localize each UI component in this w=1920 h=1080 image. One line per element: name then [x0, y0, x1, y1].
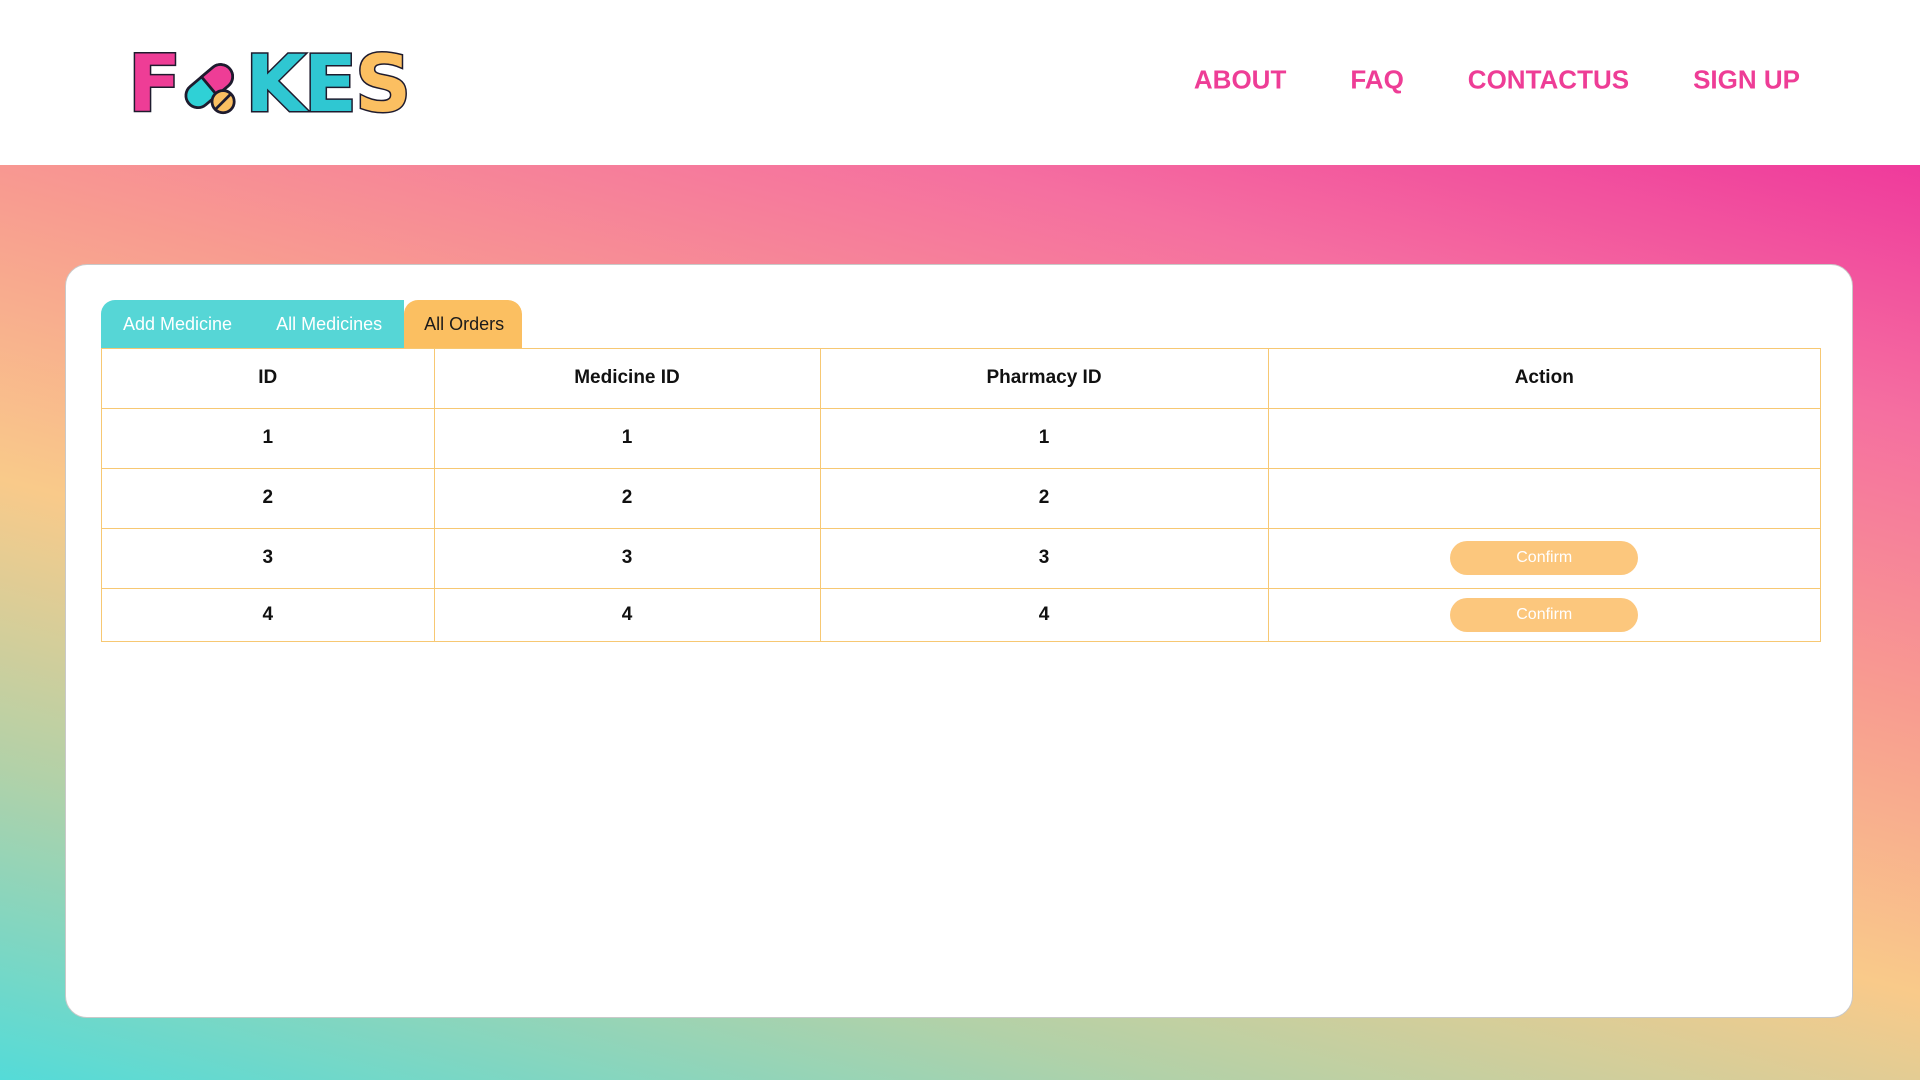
nav-about[interactable]: ABOUT	[1194, 65, 1286, 96]
table-row: 2 2 2	[102, 468, 1820, 529]
column-header-action: Action	[1268, 349, 1820, 409]
cell-pharmacy-id: 4	[820, 588, 1269, 641]
nav-sign-up[interactable]: SIGN UP	[1693, 65, 1800, 96]
table-row: 1 1 1	[102, 408, 1820, 469]
cell-medicine-id: 1	[434, 408, 821, 469]
cell-pharmacy-id: 3	[820, 528, 1269, 589]
column-header-medicine-id: Medicine ID	[434, 349, 821, 409]
tab-all-orders[interactable]: All Orders	[404, 300, 523, 348]
cell-pharmacy-id: 2	[820, 468, 1269, 529]
cell-medicine-id: 3	[434, 528, 821, 589]
logo-letter-f: F	[126, 40, 182, 130]
logo-letter-k: K	[244, 40, 307, 130]
cell-pharmacy-id: 1	[820, 408, 1269, 469]
nav-contactus[interactable]: CONTACTUS	[1468, 65, 1629, 96]
fakes-logo[interactable]: F K E S	[126, 45, 412, 126]
cell-action	[1268, 468, 1820, 529]
cell-action: Confirm	[1268, 588, 1820, 641]
orders-table: ID Medicine ID Pharmacy ID Action 1 1 1 …	[101, 348, 1821, 642]
logo-letter-s: S	[354, 40, 413, 130]
pill-icon	[184, 63, 236, 115]
top-header: F K E S ABOUT FAQ CONTACTUS SIGN UP	[0, 0, 1920, 165]
logo-letter-e: E	[302, 40, 358, 130]
dashboard-card: Add Medicine All Medicines All Orders ID…	[65, 264, 1853, 1018]
tab-all-medicines[interactable]: All Medicines	[254, 300, 405, 348]
cell-id: 2	[102, 468, 435, 529]
cell-id: 1	[102, 408, 435, 469]
confirm-button[interactable]: Confirm	[1450, 597, 1639, 632]
main-nav: ABOUT FAQ CONTACTUS SIGN UP	[1194, 65, 1800, 96]
confirm-button[interactable]: Confirm	[1450, 541, 1639, 575]
column-header-pharmacy-id: Pharmacy ID	[820, 349, 1269, 409]
nav-faq[interactable]: FAQ	[1350, 65, 1403, 96]
tab-add-medicine[interactable]: Add Medicine	[101, 300, 255, 348]
tab-bar: Add Medicine All Medicines All Orders	[101, 300, 523, 348]
table-header-row: ID Medicine ID Pharmacy ID Action	[102, 349, 1820, 409]
cell-id: 4	[102, 588, 435, 641]
cell-action: Confirm	[1268, 528, 1820, 589]
cell-action	[1268, 408, 1820, 469]
cell-medicine-id: 2	[434, 468, 821, 529]
table-row: 3 3 3 Confirm	[102, 528, 1820, 589]
column-header-id: ID	[102, 349, 435, 409]
table-row: 4 4 4 Confirm	[102, 588, 1820, 641]
cell-id: 3	[102, 528, 435, 589]
cell-medicine-id: 4	[434, 588, 821, 641]
